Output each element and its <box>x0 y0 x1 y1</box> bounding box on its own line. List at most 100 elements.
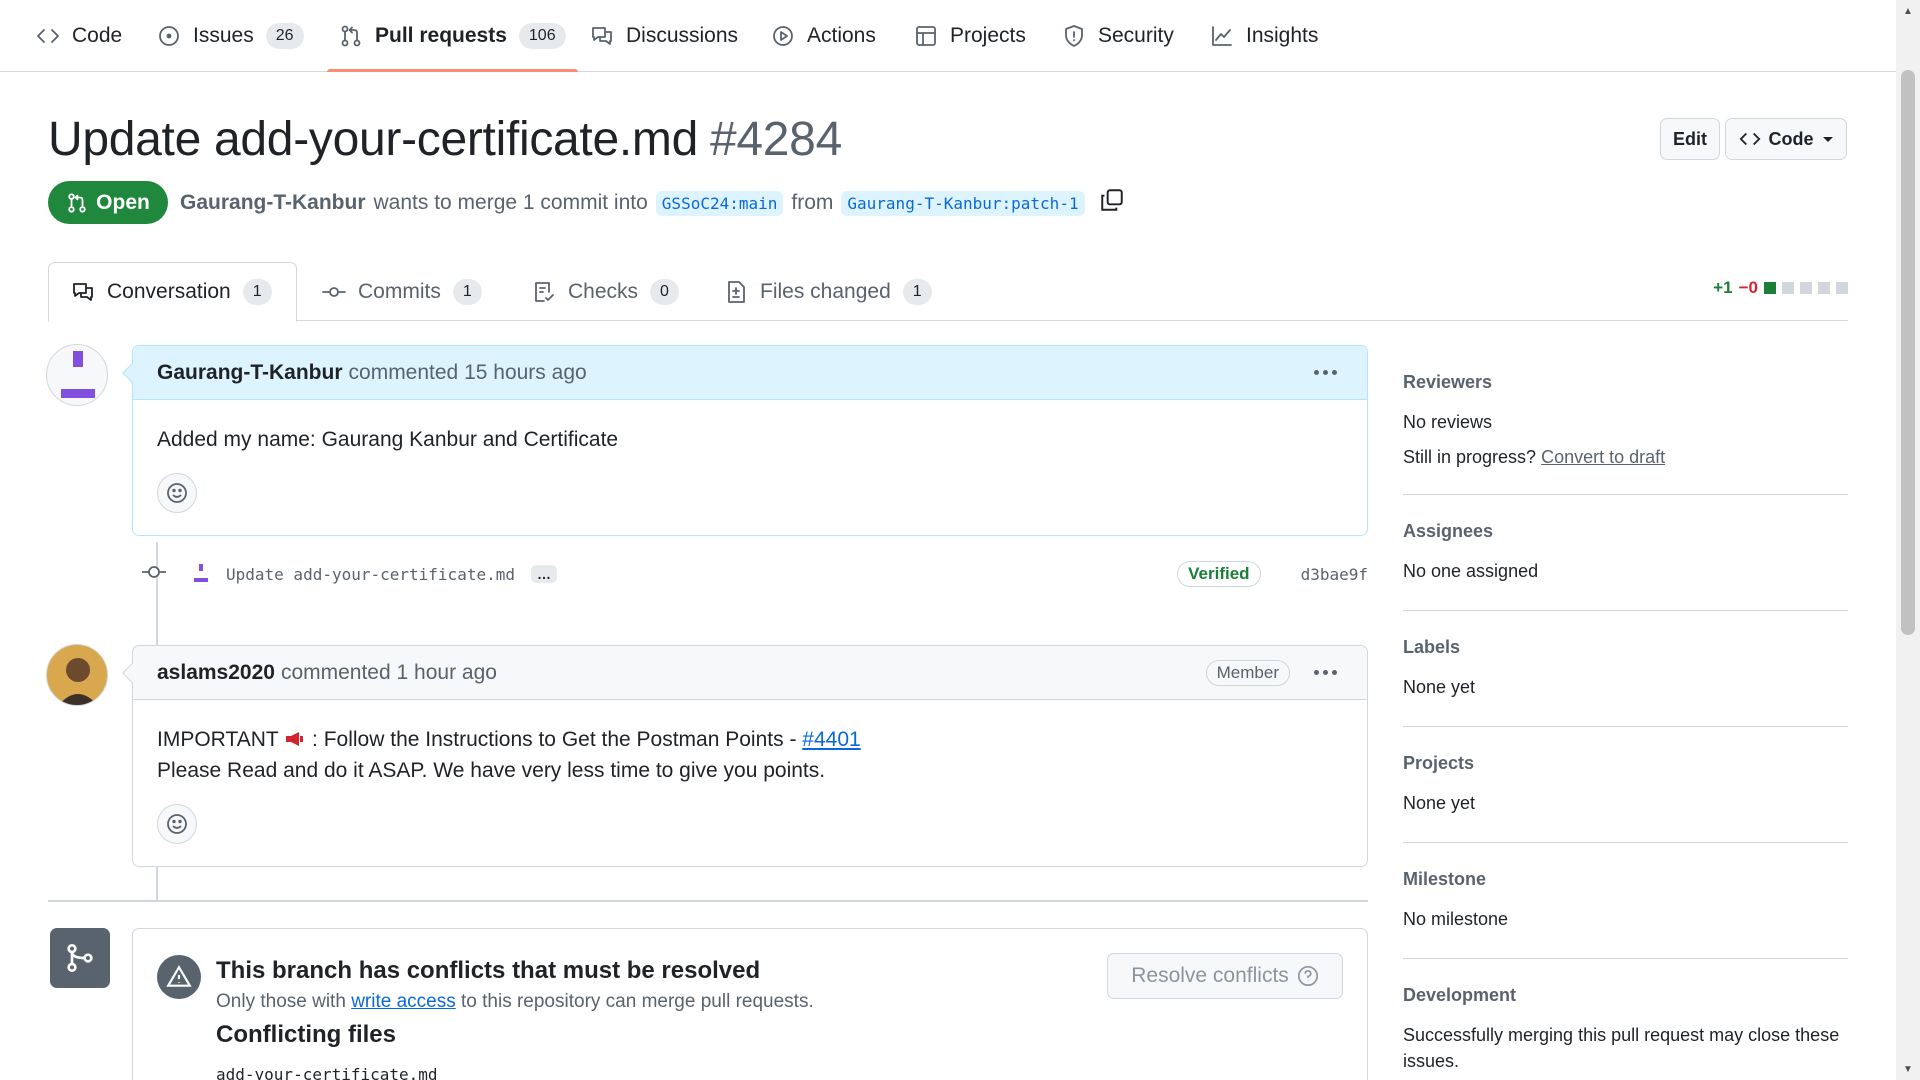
avatar[interactable] <box>46 344 108 406</box>
comment-options-button[interactable] <box>1308 370 1343 375</box>
comment-options-button[interactable] <box>1308 670 1343 675</box>
code-icon <box>37 29 59 43</box>
head-branch[interactable]: Gaurang-T-Kanbur:patch-1 <box>841 190 1085 216</box>
tab-commits[interactable]: Commits 1 <box>322 262 482 321</box>
page-scrollbar[interactable]: ▲ ▼ <box>1896 0 1920 1080</box>
code-dropdown-button[interactable]: Code <box>1725 118 1847 160</box>
comment-author[interactable]: Gaurang-T-Kanbur <box>157 361 343 385</box>
sidebar-value: No milestone <box>1403 909 1509 929</box>
commit-message[interactable]: Update add-your-certificate.md <box>226 565 515 584</box>
alert-icon <box>166 965 192 987</box>
resolve-conflicts-button[interactable]: Resolve conflicts <box>1107 953 1343 999</box>
edit-button[interactable]: Edit <box>1660 118 1720 160</box>
repo-nav: Code Issues 26 Pull requests 106 Discuss… <box>0 0 1896 72</box>
verified-badge[interactable]: Verified <box>1177 561 1261 587</box>
pr-number: #4284 <box>709 113 842 166</box>
base-branch[interactable]: GSSoC24:main <box>655 190 784 216</box>
sidebar-reviewers: Reviewers No reviews Still in progress? … <box>1403 344 1848 495</box>
scroll-down-icon[interactable]: ▼ <box>1896 1058 1920 1080</box>
sidebar-heading[interactable]: Development <box>1403 985 1848 1006</box>
diffstat: +1 −0 <box>1713 278 1848 298</box>
sidebar-value: None yet <box>1403 677 1476 697</box>
nav-pull-requests[interactable]: Pull requests 106 <box>327 0 578 72</box>
copy-icon <box>1100 189 1123 211</box>
graph-icon <box>1212 26 1232 46</box>
avatar[interactable] <box>46 644 108 706</box>
sidebar-milestone: Milestone No milestone <box>1403 843 1848 959</box>
checklist-icon <box>535 281 554 302</box>
comment-author[interactable]: aslams2020 <box>157 661 275 685</box>
kebab-dot-icon <box>1332 670 1337 675</box>
draft-prompt-text: Still in progress? <box>1403 447 1537 467</box>
tab-files-changed[interactable]: Files changed 1 <box>724 262 932 321</box>
nav-pull-requests-count: 106 <box>518 23 566 49</box>
commit-node <box>140 558 168 591</box>
user-photo-avatar-icon <box>47 645 107 705</box>
nav-discussions-label: Discussions <box>626 24 739 47</box>
from-text: from <box>791 191 834 214</box>
nav-issues-count: 26 <box>265 23 304 49</box>
add-reaction-button[interactable] <box>157 473 197 513</box>
commit-icon <box>142 565 166 578</box>
megaphone-shape <box>286 732 304 746</box>
convert-to-draft-link[interactable]: Convert to draft <box>1541 447 1665 467</box>
tab-checks[interactable]: Checks 0 <box>532 262 679 321</box>
sidebar-heading[interactable]: Reviewers <box>1403 372 1848 393</box>
commit-expand-button[interactable]: … <box>530 565 557 583</box>
commit-author-avatar[interactable] <box>190 563 212 585</box>
nav-discussions[interactable]: Discussions <box>590 0 738 72</box>
merge-box: This branch has conflicts that must be r… <box>132 928 1368 1080</box>
pr-title-text: Update add-your-certificate.md <box>48 113 698 166</box>
write-access-link[interactable]: write access <box>351 991 456 1012</box>
comment-body: IMPORTANT : Follow the Instructions to G… <box>133 700 1367 844</box>
resolve-conflicts-label: Resolve conflicts <box>1131 964 1289 987</box>
nav-insights[interactable]: Insights <box>1210 0 1318 72</box>
commit-sha[interactable]: d3bae9f <box>1301 565 1368 584</box>
sidebar-heading[interactable]: Projects <box>1403 753 1848 774</box>
issue-link[interactable]: #4401 <box>802 728 860 751</box>
scroll-up-icon[interactable]: ▲ <box>1896 0 1920 22</box>
add-reaction-button[interactable] <box>157 804 197 844</box>
comment-action: commented <box>280 660 391 684</box>
conflict-subtitle: Only those with write access to this rep… <box>216 991 814 1013</box>
sidebar-heading[interactable]: Milestone <box>1403 869 1848 890</box>
pr-tabs: Conversation 1 Commits 1 Checks 0 Files … <box>48 262 1848 322</box>
page-title: Update add-your-certificate.md #4284 <box>48 112 842 167</box>
discussions-icon <box>592 27 612 45</box>
sidebar-projects: Projects None yet <box>1403 727 1848 843</box>
comment-time[interactable]: 15 hours ago <box>464 361 587 385</box>
nav-issues[interactable]: Issues 26 <box>157 0 304 72</box>
sidebar-heading[interactable]: Labels <box>1403 637 1848 658</box>
diffstat-block <box>1836 282 1848 294</box>
nav-code[interactable]: Code <box>36 0 122 72</box>
diffstat-block <box>1800 282 1812 294</box>
sidebar-value: No reviews <box>1403 412 1493 432</box>
commit-icon <box>322 286 346 297</box>
comment-time[interactable]: 1 hour ago <box>397 661 497 685</box>
tab-files-changed-label: Files changed <box>760 279 891 303</box>
nav-actions[interactable]: Actions <box>771 0 876 72</box>
scroll-thumb[interactable] <box>1901 70 1915 635</box>
question-icon <box>1297 966 1318 986</box>
tab-conversation[interactable]: Conversation 1 <box>48 262 297 322</box>
nav-security[interactable]: Security <box>1062 0 1174 72</box>
nav-projects[interactable]: Projects <box>914 0 1026 72</box>
diffstat-block <box>1782 282 1794 294</box>
comment-line-2: Please Read and do it ASAP. We have very… <box>157 759 826 782</box>
pr-author-link[interactable]: Gaurang-T-Kanbur <box>180 191 366 215</box>
diffstat-additions: +1 <box>1713 278 1733 297</box>
pull-request-icon <box>68 192 86 213</box>
conflict-sub-prefix: Only those with <box>216 991 346 1012</box>
identicon-avatar-icon <box>61 351 95 398</box>
conflicting-file: add-your-certificate.md <box>216 1065 438 1080</box>
nav-code-label: Code <box>72 24 123 47</box>
file-diff-icon <box>728 280 745 303</box>
identicon-avatar-icon <box>194 564 208 582</box>
edit-button-label: Edit <box>1673 128 1707 149</box>
smiley-icon <box>167 483 187 503</box>
sidebar-development: Development Successfully merging this pu… <box>1403 959 1848 1080</box>
sidebar-heading[interactable]: Assignees <box>1403 521 1848 542</box>
copy-branch-button[interactable] <box>1099 187 1125 219</box>
diffstat-block <box>1818 282 1830 294</box>
comment-important: IMPORTANT <box>157 728 279 751</box>
